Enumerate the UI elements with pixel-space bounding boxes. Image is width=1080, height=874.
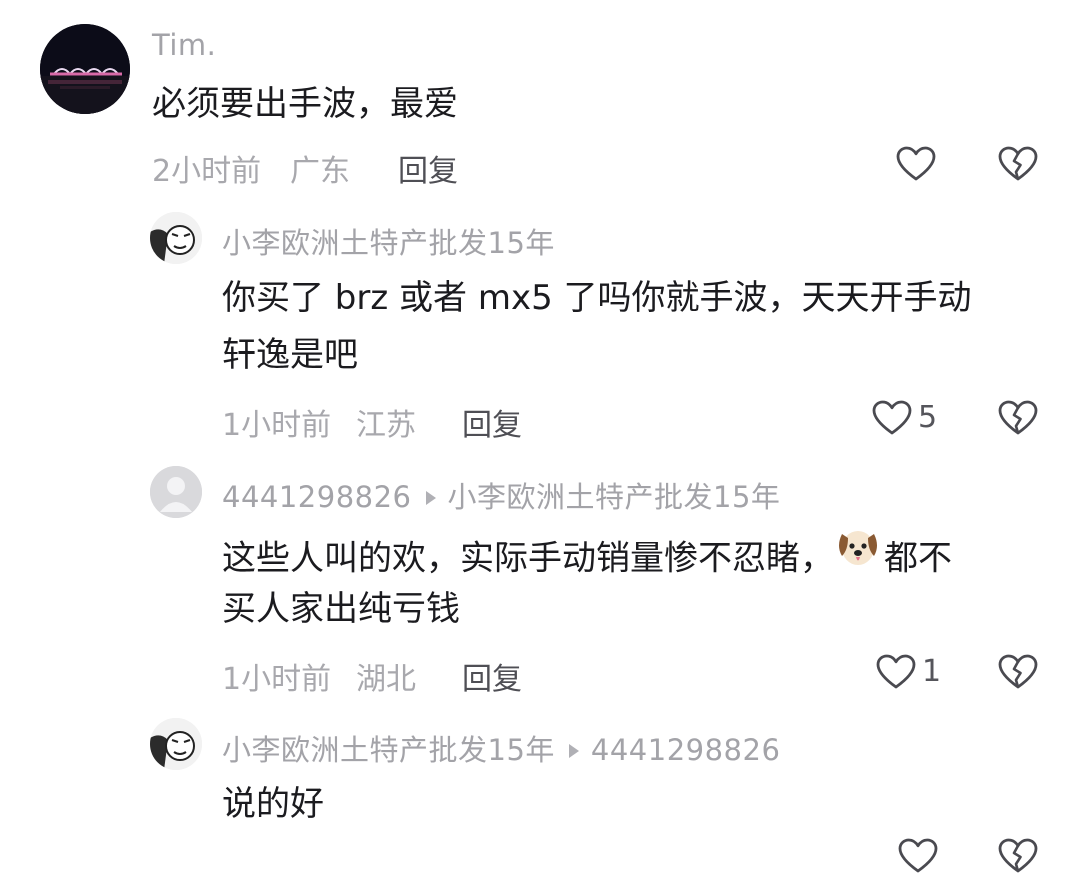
comment-text: 说的好 <box>222 784 324 824</box>
comment-username[interactable]: Tim. <box>152 28 216 62</box>
comment-username[interactable]: 小李欧洲土特产批发15年 4441298826 <box>222 727 780 769</box>
heart-outline-icon[interactable] <box>896 146 936 182</box>
comment-time: 1小时前 <box>222 662 332 697</box>
username-text[interactable]: 4441298826 <box>222 480 412 514</box>
like-count: 1 <box>922 654 942 689</box>
comment-location: 湖北 <box>356 662 416 697</box>
comment-time: 2小时前 <box>152 154 262 189</box>
reply-arrow-icon <box>568 744 579 758</box>
broken-heart-icon[interactable] <box>998 838 1038 874</box>
comment-text: 你买了 brz 或者 mx5 了吗你就手波，天天开手动 <box>222 278 972 318</box>
avatar[interactable] <box>150 212 202 264</box>
avatar[interactable] <box>150 718 202 770</box>
broken-heart-icon[interactable] <box>998 654 1038 690</box>
reply-to-username[interactable]: 4441298826 <box>591 733 781 767</box>
comment-text-part: 都不 <box>884 538 952 579</box>
default-user-icon <box>150 466 202 518</box>
cartoon-avatar-icon <box>150 718 202 770</box>
comment-username[interactable]: 小李欧洲土特产批发15年 <box>222 220 555 262</box>
heart-outline-icon[interactable] <box>872 400 912 436</box>
heart-outline-icon[interactable] <box>898 838 938 874</box>
broken-heart-icon[interactable] <box>998 146 1038 182</box>
dog-face-emoji <box>834 524 882 588</box>
cartoon-avatar-icon <box>150 212 202 264</box>
avatar[interactable] <box>40 24 130 114</box>
comment-text-part: 这些人叫的欢，实际手动销量惨不忍睹， <box>222 538 834 579</box>
heart-outline-icon[interactable] <box>876 654 916 690</box>
comment-username[interactable]: 4441298826 小李欧洲土特产批发15年 <box>222 474 780 516</box>
reply-arrow-icon <box>425 491 436 505</box>
comment-text: 轩逸是吧 <box>222 335 358 375</box>
reply-to-username[interactable]: 小李欧洲土特产批发15年 <box>448 480 781 514</box>
avatar[interactable] <box>150 466 202 518</box>
comment-text: 买人家出纯亏钱 <box>222 589 460 629</box>
comment-location: 广东 <box>290 154 350 189</box>
night-city-avatar-icon <box>40 24 130 114</box>
reply-button[interactable]: 回复 <box>462 400 522 444</box>
broken-heart-icon[interactable] <box>998 400 1038 436</box>
username-text[interactable]: 小李欧洲土特产批发15年 <box>222 733 555 767</box>
comment-time: 1小时前 <box>222 408 332 443</box>
like-count: 5 <box>918 400 938 435</box>
reply-button[interactable]: 回复 <box>462 654 522 698</box>
comment-text: 必须要出手波，最爱 <box>152 84 458 124</box>
reply-button[interactable]: 回复 <box>398 146 458 190</box>
comment-location: 江苏 <box>356 408 416 443</box>
